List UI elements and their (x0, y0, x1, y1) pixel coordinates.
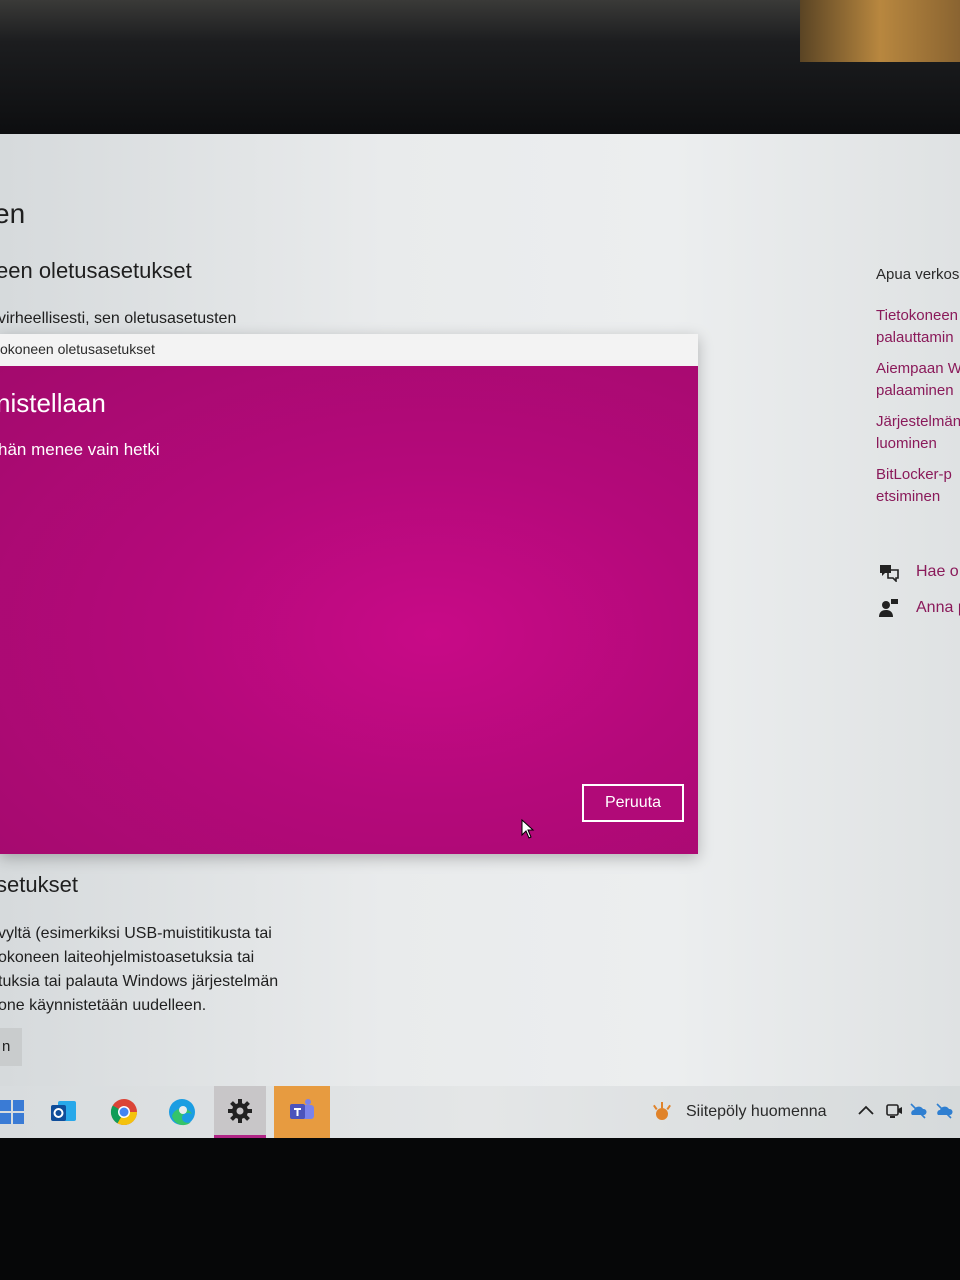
taskbar-outlook[interactable] (38, 1086, 90, 1138)
section-advanced-line: okoneen laiteohjelmistoasetuksia tai (0, 949, 255, 966)
reset-dialog: okoneen oletusasetukset nistellaan hän m… (0, 334, 698, 854)
help-link[interactable]: Aiempaan W palaaminen (876, 358, 960, 402)
get-help-link[interactable]: Hae o (878, 562, 959, 583)
dialog-subtext: hän menee vain hetki (0, 440, 160, 459)
tray-overflow-button[interactable] (856, 1098, 876, 1124)
give-feedback-label: Anna p (916, 599, 960, 616)
tray-meet-now[interactable] (884, 1098, 904, 1124)
help-link-line: Tietokoneen (876, 307, 959, 324)
webcam-icon (886, 1104, 902, 1118)
help-heading: Apua verkos (876, 266, 960, 283)
weather-text: Siitepöly huomenna (686, 1103, 827, 1120)
tray-onedrive-1[interactable] (908, 1098, 928, 1124)
help-link[interactable]: Tietokoneen palauttamin (876, 305, 960, 349)
section-reset-text: virheellisesti, sen oletusasetusten (0, 310, 237, 327)
mouse-pointer-icon (521, 819, 535, 839)
help-link-line: Aiempaan W (876, 360, 960, 377)
restart-now-button[interactable]: n (0, 1028, 22, 1066)
edge-icon (169, 1099, 195, 1126)
help-link-line: luominen (876, 435, 937, 452)
section-advanced-text: vyltä (esimerkiksi USB-muistitikusta tai… (0, 922, 278, 1018)
onedrive-icon (936, 1103, 953, 1119)
taskbar-chrome[interactable] (98, 1086, 150, 1138)
help-link-line: BitLocker-p (876, 466, 952, 483)
get-help-label: Hae o (916, 563, 959, 580)
section-advanced-title: setukset (0, 872, 78, 897)
give-feedback-link[interactable]: Anna p (878, 598, 960, 618)
taskbar: Siitepöly huomenna (0, 1086, 960, 1138)
screen: en een oletusasetukset virheellisesti, s… (0, 134, 960, 1138)
taskbar-edge[interactable] (156, 1086, 208, 1138)
weather-widget[interactable]: Siitepöly huomenna (650, 1086, 827, 1138)
feedback-person-icon (878, 598, 900, 618)
help-link-line: Järjestelmän (876, 413, 960, 430)
help-link-line: palauttamin (876, 329, 954, 346)
chat-help-icon (878, 562, 900, 583)
cancel-button[interactable]: Peruuta (582, 784, 684, 822)
help-panel: Apua verkos Tietokoneen palauttamin Aiem… (876, 266, 960, 517)
section-advanced-line: vyltä (esimerkiksi USB-muistitikusta tai (0, 925, 272, 942)
start-button[interactable] (0, 1086, 38, 1138)
dialog-titlebar: okoneen oletusasetukset (0, 334, 698, 367)
tray-onedrive-2[interactable] (934, 1098, 954, 1124)
dialog-content: nistellaan hän menee vain hetki Peruuta (0, 366, 698, 854)
chevron-up-icon (858, 1105, 874, 1115)
section-advanced-line: tuksia tai palauta Windows järjestelmän (0, 973, 279, 990)
outlook-icon (51, 1101, 76, 1121)
pollen-icon (653, 1102, 671, 1120)
section-advanced-line: one käynnistetään uudelleen. (0, 997, 207, 1014)
help-link-line: etsiminen (876, 488, 941, 505)
page-title: en (0, 198, 26, 229)
onedrive-icon (910, 1103, 927, 1119)
help-link[interactable]: Järjestelmän luominen (876, 411, 960, 455)
background-wood (800, 0, 960, 62)
taskbar-settings[interactable] (214, 1086, 266, 1138)
dialog-heading: nistellaan (0, 388, 106, 418)
gear-icon (228, 1098, 252, 1123)
help-link-line: palaaminen (876, 382, 954, 399)
windows-icon (0, 1100, 24, 1124)
monitor-bezel-bottom (0, 1138, 960, 1280)
section-reset-title: een oletusasetukset (0, 258, 192, 283)
chrome-icon (110, 1099, 138, 1126)
teams-icon (290, 1099, 314, 1119)
help-link[interactable]: BitLocker-p etsiminen (876, 464, 960, 508)
taskbar-teams[interactable] (274, 1086, 330, 1138)
